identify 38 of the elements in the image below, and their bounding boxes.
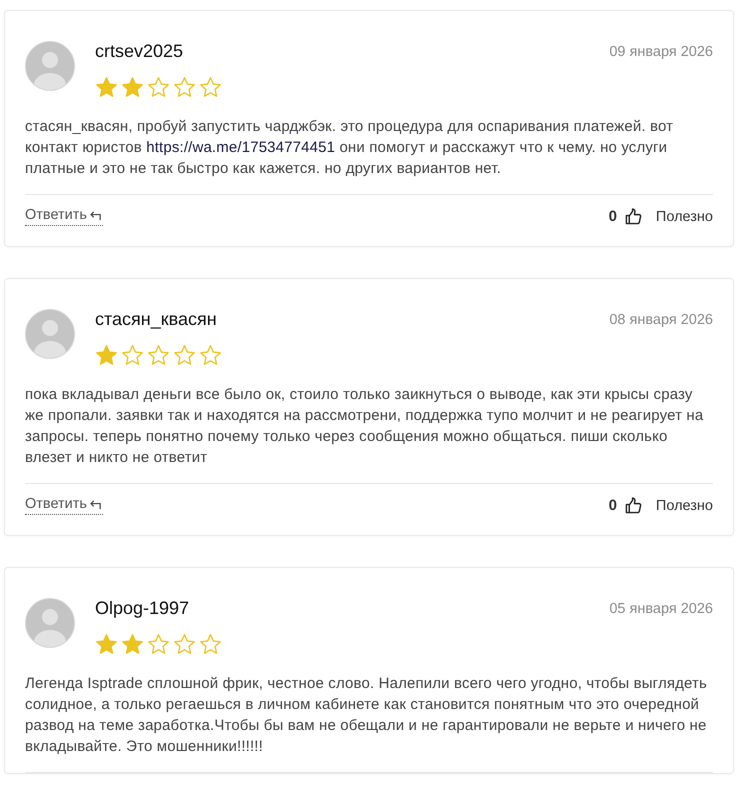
review-date: 08 января 2026 <box>609 312 713 328</box>
link[interactable]: https://wa.me/17534774451 <box>146 139 336 156</box>
like-count: 0 <box>608 497 617 514</box>
reply-link[interactable]: Ответить <box>25 207 103 226</box>
empty-star-icon <box>121 344 144 367</box>
useful-label[interactable]: Полезно <box>656 498 713 514</box>
filled-star-icon <box>95 633 118 656</box>
filled-star-icon <box>95 76 118 99</box>
review-text: Легенда Isptrade сплошной фрик, честное слово. Налепили всего чего угодно, чтобы выглядеть солидное, а только регаешься в личном кабинете как становится понятным что это очередной развод на теме заработка.Чтобы бы вам не обещали и не гарантировали не верьте и ничего не вкладывайте. Это мошенники!!!!!! <box>25 674 708 757</box>
empty-star-icon <box>147 633 170 656</box>
avatar-icon <box>25 41 75 91</box>
thumbs-up-icon[interactable] <box>624 497 642 514</box>
filled-star-icon <box>121 76 144 99</box>
avatar-icon <box>25 309 75 359</box>
reply-arrow-icon[interactable] <box>90 210 103 220</box>
empty-star-icon <box>199 633 222 656</box>
author-name: crtsev2025 <box>95 41 184 61</box>
review-text: пока вкладывал деньги все было ок, стоило только заикнуться о выводе, как эти крысы сразу же пропали. заявки так и находятся на рассмотрени, поддержка тупо молчит и не реагирует на запросы. теперь понятно почему только через сообщения можно общаться. пиши сколько влезет и никто не ответит <box>25 385 704 468</box>
filled-star-icon <box>121 633 144 656</box>
author-name: Olpog-1997 <box>95 598 190 618</box>
reply-arrow-icon[interactable] <box>90 498 103 510</box>
empty-star-icon <box>147 344 170 367</box>
review-date: 09 января 2026 <box>609 44 713 60</box>
empty-star-icon <box>199 344 222 367</box>
empty-star-icon <box>173 76 196 99</box>
avatar-icon <box>25 598 75 648</box>
empty-star-icon <box>199 76 222 99</box>
empty-star-icon <box>173 633 196 656</box>
reply-link[interactable]: Ответить <box>25 496 103 515</box>
like-count: 0 <box>608 208 617 225</box>
filled-star-icon <box>95 344 118 367</box>
review-text: стасян_квасян, пробуй запустить чарджбэк. это процедура для оспаривания платежей. вот контакт юристов https://wa.me/17534774451 они помогут и расскажут что к чему. но услуги платные и это не так быстро как кажется. но других вариантов нет. <box>25 117 674 179</box>
empty-star-icon <box>147 76 170 99</box>
author-name: стасян_квасян <box>95 309 218 329</box>
useful-label[interactable]: Полезно <box>656 208 713 224</box>
empty-star-icon <box>173 344 196 367</box>
review-date: 05 января 2026 <box>609 601 713 617</box>
thumbs-up-icon[interactable] <box>624 208 642 225</box>
